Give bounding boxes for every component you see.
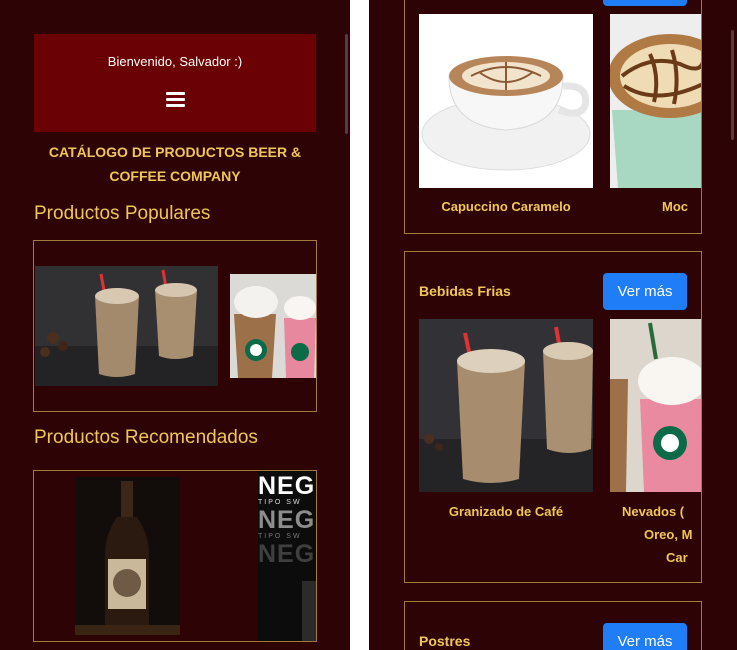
product-name-granizado[interactable]: Granizado de Café (419, 500, 593, 523)
catalog-title-line2: COFFEE COMPANY (109, 168, 241, 184)
product-image-iced-coffee[interactable] (35, 266, 218, 386)
recommended-products-carousel[interactable]: NEG TIPO SW NEG TIPO SW NEG (33, 470, 317, 642)
welcome-header: Bienvenido, Salvador :) (34, 34, 316, 132)
scrollbar[interactable] (731, 30, 734, 140)
cold-drinks-more-button[interactable]: Ver más (603, 273, 687, 310)
product-image-beer-bottle[interactable] (75, 477, 180, 635)
product-image-frappuccino[interactable] (230, 274, 316, 378)
menu-icon[interactable] (166, 92, 185, 107)
recommended-products-heading: Productos Recomendados (34, 427, 258, 448)
product-name-mocca[interactable]: Moc (610, 195, 701, 218)
more-button-partial[interactable] (603, 0, 687, 6)
cold-drinks-title: Bebidas Frias (419, 283, 511, 299)
desserts-title: Postres (419, 633, 471, 649)
bottle-silhouette (302, 581, 316, 641)
product-image-mocca[interactable] (610, 14, 701, 188)
welcome-text: Bienvenido, Salvador :) (107, 54, 243, 69)
catalog-title-line1: CATÁLOGO DE PRODUCTOS BEER & (48, 144, 302, 160)
product-image-neg-logo[interactable]: NEG TIPO SW NEG TIPO SW NEG (258, 471, 316, 641)
left-screen: Bienvenido, Salvador :) CATÁLOGO DE PROD… (0, 0, 350, 650)
product-name-capuccino-caramelo[interactable]: Capuccino Caramelo (419, 195, 593, 218)
hot-coffee-card: Capuccino Caramelo Moc (404, 0, 702, 234)
scrollbar[interactable] (345, 34, 348, 134)
desserts-more-button[interactable]: Ver más (603, 623, 687, 650)
neg-logo: NEG TIPO SW NEG TIPO SW NEG (258, 472, 316, 568)
popular-products-carousel[interactable] (33, 240, 317, 412)
desserts-card: Postres Ver más (404, 601, 702, 650)
product-image-nevados[interactable] (610, 319, 701, 492)
product-image-capuccino-caramelo[interactable] (419, 14, 593, 188)
cold-drinks-card: Bebidas Frias Ver más Granizado de Café … (404, 251, 702, 583)
product-image-granizado[interactable] (419, 319, 593, 492)
catalog-title: CATÁLOGO DE PRODUCTOS BEER & COFFEE COMP… (34, 140, 316, 188)
popular-products-heading: Productos Populares (34, 203, 211, 224)
